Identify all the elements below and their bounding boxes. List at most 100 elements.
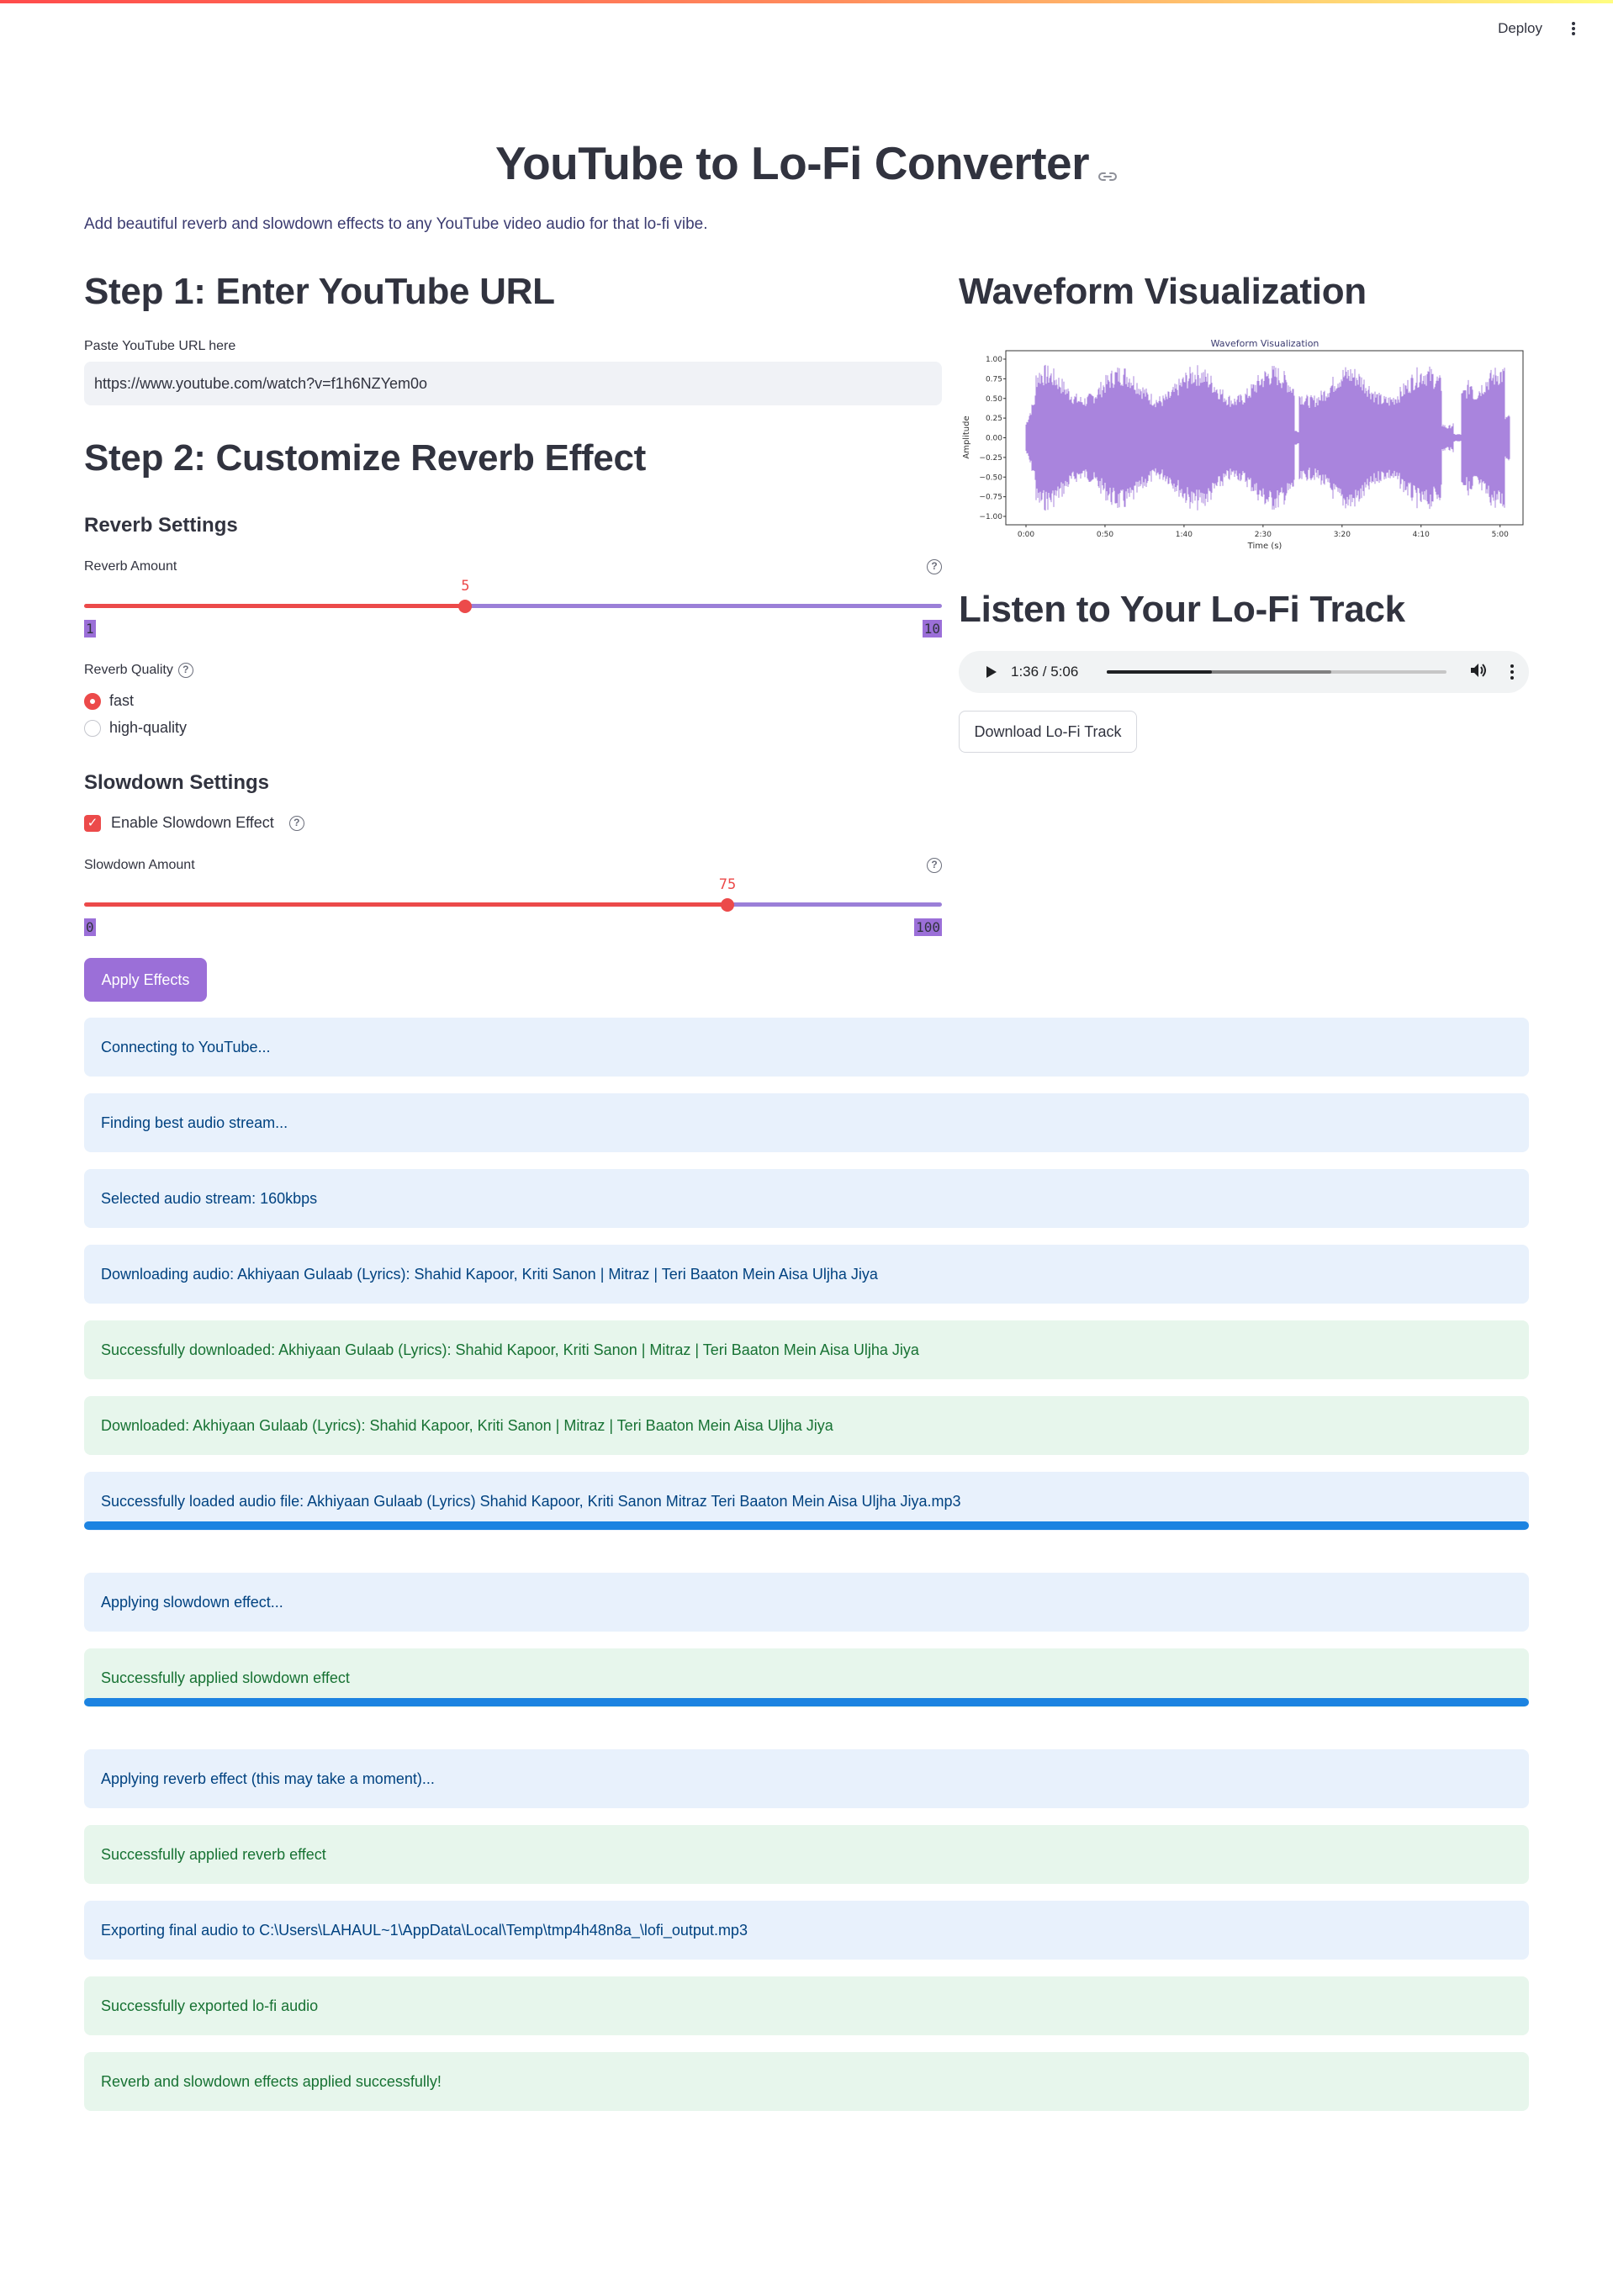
reverb-quality-label: Reverb Quality? bbox=[84, 663, 193, 678]
radio-fast-label: fast bbox=[109, 692, 135, 709]
success-alert: Reverb and slowdown effects applied succ… bbox=[84, 2052, 1529, 2111]
audio-played-bar bbox=[1107, 670, 1213, 674]
info-alert: Applying slowdown effect... bbox=[84, 1573, 1529, 1632]
step1-heading: Step 1: Enter YouTube URL bbox=[84, 271, 555, 312]
progress-bar bbox=[84, 1698, 1529, 1706]
alert-text: Selected audio stream: 160kbps bbox=[101, 1189, 318, 1207]
x-tick-label: 1:40 bbox=[1176, 531, 1193, 539]
audio-progress-track[interactable] bbox=[1107, 670, 1446, 674]
alert-text: Downloaded: Akhiyaan Gulaab (Lyrics): Sh… bbox=[101, 1416, 833, 1434]
player-heading: Listen to Your Lo-Fi Track bbox=[959, 589, 1405, 630]
x-tick-label: 0:50 bbox=[1097, 531, 1113, 539]
y-tick-label: 0.25 bbox=[986, 415, 1002, 423]
waveform-plot-title: Waveform Visualization bbox=[1211, 338, 1319, 349]
play-icon[interactable] bbox=[979, 659, 1004, 685]
y-tick-label: −0.50 bbox=[979, 473, 1002, 482]
waveform-x-axis: 0:00 0:50 1:40 2:30 3:20 4:10 5:00 bbox=[1018, 525, 1509, 539]
y-tick-label: 0.75 bbox=[986, 375, 1002, 384]
page-title-text: YouTube to Lo-Fi Converter bbox=[494, 137, 1090, 189]
radio-high-quality-indicator[interactable] bbox=[84, 719, 101, 737]
url-label: Paste YouTube URL here bbox=[84, 339, 236, 353]
reverb-amount-label: Reverb Amount bbox=[84, 559, 177, 574]
slowdown-min-label: 0 bbox=[84, 918, 96, 936]
x-tick-label: 5:00 bbox=[1492, 531, 1509, 539]
info-alert: Exporting final audio to C:\Users\LAHAUL… bbox=[84, 1901, 1529, 1960]
waveform-heading: Waveform Visualization bbox=[959, 271, 1367, 312]
reverb-quality-help-icon[interactable]: ? bbox=[177, 663, 193, 678]
enable-slowdown-checkbox[interactable]: ✓ Enable Slowdown Effect ? bbox=[84, 814, 304, 832]
progress-bar bbox=[84, 1521, 1529, 1530]
youtube-url-input[interactable] bbox=[84, 362, 942, 405]
enable-slowdown-help-icon[interactable]: ? bbox=[288, 815, 304, 831]
reverb-quality-label-text: Reverb Quality bbox=[84, 663, 173, 678]
anchor-link-icon[interactable] bbox=[1097, 140, 1118, 193]
reverb-settings-heading: Reverb Settings bbox=[84, 514, 238, 537]
audio-options-icon[interactable] bbox=[1510, 664, 1514, 680]
y-tick-label: 1.00 bbox=[986, 356, 1002, 364]
audio-player[interactable]: 1:36 / 5:06 bbox=[959, 651, 1529, 693]
reverb-slider-fill bbox=[84, 604, 466, 608]
slowdown-settings-heading: Slowdown Settings bbox=[84, 771, 269, 794]
alert-text: Successfully exported lo-fi audio bbox=[101, 1997, 319, 2014]
slowdown-slider-fill bbox=[84, 902, 727, 907]
main-menu-icon[interactable] bbox=[1568, 19, 1579, 39]
app-subtitle: Add beautiful reverb and slowdown effect… bbox=[84, 215, 708, 233]
alert-text: Downloading audio: Akhiyaan Gulaab (Lyri… bbox=[101, 1265, 878, 1283]
alert-text: Applying slowdown effect... bbox=[101, 1593, 283, 1611]
radio-option-high-quality[interactable]: high-quality bbox=[84, 719, 187, 737]
deploy-button[interactable]: Deploy bbox=[1498, 20, 1542, 37]
success-alert: Successfully applied reverb effect bbox=[84, 1825, 1529, 1884]
slowdown-slider-track[interactable] bbox=[84, 897, 942, 912]
step2-heading: Step 2: Customize Reverb Effect bbox=[84, 437, 646, 479]
reverb-min-label: 1 bbox=[84, 620, 96, 637]
radio-option-fast[interactable]: fast bbox=[84, 692, 134, 710]
alert-text: Reverb and slowdown effects applied succ… bbox=[101, 2072, 442, 2090]
y-tick-label: 0.00 bbox=[986, 435, 1002, 443]
waveform-y-label: Amplitude bbox=[962, 415, 971, 458]
apply-effects-button[interactable]: Apply Effects bbox=[84, 958, 207, 1002]
enable-slowdown-label: Enable Slowdown Effect bbox=[111, 814, 274, 831]
checkmark-icon[interactable]: ✓ bbox=[84, 814, 101, 832]
y-tick-label: 0.50 bbox=[986, 395, 1002, 404]
page-title: YouTube to Lo-Fi Converter bbox=[0, 136, 1613, 193]
app-toolbar: Deploy bbox=[1498, 19, 1579, 39]
y-tick-label: −0.75 bbox=[979, 494, 1002, 502]
radio-high-quality-label: high-quality bbox=[109, 719, 188, 736]
slowdown-slider-rest bbox=[727, 902, 942, 907]
waveform-plot: Waveform Visualization 1.00 0.75 0.50 0.25 0… bbox=[962, 338, 1524, 551]
alert-text: Exporting final audio to C:\Users\LAHAUL… bbox=[101, 1921, 748, 1939]
slowdown-amount-label: Slowdown Amount bbox=[84, 858, 195, 872]
slowdown-amount-help-icon[interactable]: ? bbox=[927, 858, 942, 873]
slowdown-max-label: 100 bbox=[914, 918, 942, 936]
slowdown-slider-thumb[interactable] bbox=[721, 897, 734, 912]
reverb-slider-rest bbox=[465, 604, 942, 608]
alert-text: Finding best audio stream... bbox=[101, 1114, 288, 1131]
reverb-slider-thumb[interactable] bbox=[458, 599, 473, 613]
success-alert: Successfully exported lo-fi audio bbox=[84, 1976, 1529, 2035]
volume-icon[interactable] bbox=[1470, 662, 1489, 683]
alert-text: Successfully applied slowdown effect bbox=[101, 1669, 350, 1686]
alert-text: Successfully loaded audio file: Akhiyaan… bbox=[101, 1492, 961, 1510]
success-alert: Downloaded: Akhiyaan Gulaab (Lyrics): Sh… bbox=[84, 1396, 1529, 1455]
info-alert: Selected audio stream: 160kbps bbox=[84, 1169, 1529, 1228]
x-tick-label: 0:00 bbox=[1018, 531, 1034, 539]
slowdown-amount-value: 75 bbox=[718, 876, 737, 893]
x-tick-label: 2:30 bbox=[1255, 531, 1272, 539]
audio-time-display: 1:36 / 5:06 bbox=[1011, 664, 1079, 680]
waveform-chart: Waveform Visualization 1.00 0.75 0.50 0.25 0… bbox=[959, 336, 1529, 552]
info-alert: Finding best audio stream... bbox=[84, 1093, 1529, 1152]
alert-text: Successfully applied reverb effect bbox=[101, 1845, 326, 1863]
alert-text: Connecting to YouTube... bbox=[101, 1038, 271, 1055]
download-lofi-button[interactable]: Download Lo-Fi Track bbox=[959, 711, 1137, 753]
reverb-slider-track[interactable] bbox=[84, 599, 942, 613]
alert-text: Successfully downloaded: Akhiyaan Gulaab… bbox=[101, 1341, 919, 1358]
waveform-y-axis: 1.00 0.75 0.50 0.25 0.00 −0.25 −0.50 −0.75 −1.00 bbox=[979, 356, 1006, 521]
reverb-max-label: 10 bbox=[922, 620, 942, 637]
y-tick-label: −0.25 bbox=[979, 454, 1002, 463]
x-tick-label: 3:20 bbox=[1334, 531, 1351, 539]
reverb-amount-help-icon[interactable]: ? bbox=[927, 559, 942, 574]
header-decoration bbox=[0, 0, 1613, 3]
y-tick-label: −1.00 bbox=[979, 513, 1002, 521]
success-alert: Successfully downloaded: Akhiyaan Gulaab… bbox=[84, 1320, 1529, 1379]
radio-fast-indicator[interactable] bbox=[84, 692, 101, 710]
